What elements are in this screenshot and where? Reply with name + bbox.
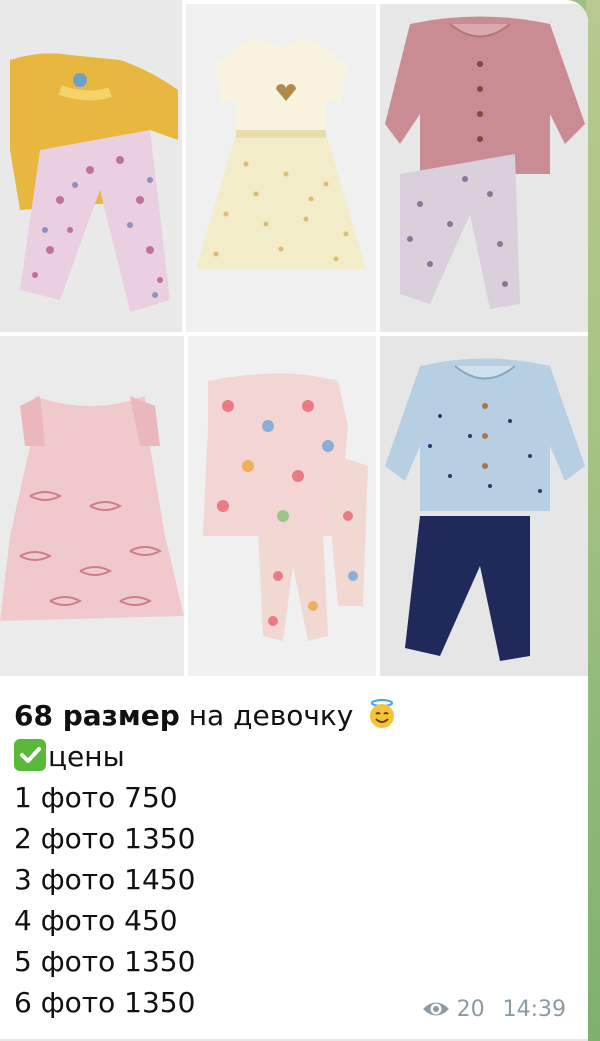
photo-6[interactable] (380, 336, 588, 676)
photo-2[interactable] (186, 4, 376, 332)
chat-wallpaper (586, 0, 600, 1041)
price-line-1: 1 фото 750 (14, 781, 178, 814)
price-line-5: 5 фото 1350 (14, 945, 196, 978)
photo-1[interactable] (0, 0, 182, 332)
smiling-face-with-halo-icon (366, 698, 398, 730)
message-meta: 20 14:39 (421, 994, 566, 1024)
price-line-3: 3 фото 1450 (14, 863, 196, 896)
caption-title: 68 размер на девочку (14, 695, 574, 736)
caption-title-rest: на девочку (179, 699, 354, 732)
price-line-2: 2 фото 1350 (14, 822, 196, 855)
caption-prices-label-line: цены (14, 736, 574, 777)
caption-prices-label: цены (48, 740, 125, 773)
view-count: 20 (456, 996, 485, 1022)
message-caption: 68 размер на девочку цены 1 фото 750 2 ф… (14, 695, 574, 1023)
caption-title-size: 68 размер (14, 699, 180, 732)
photo-3[interactable] (380, 4, 588, 332)
message-time: 14:39 (502, 996, 566, 1022)
photo-5[interactable] (188, 336, 376, 676)
message-bubble[interactable]: 68 размер на девочку цены 1 фото 750 2 ф… (0, 0, 588, 1041)
photo-4[interactable] (0, 336, 184, 676)
eye-icon (422, 1002, 449, 1016)
check-mark-icon (14, 739, 46, 771)
price-line-4: 4 фото 450 (14, 904, 178, 937)
